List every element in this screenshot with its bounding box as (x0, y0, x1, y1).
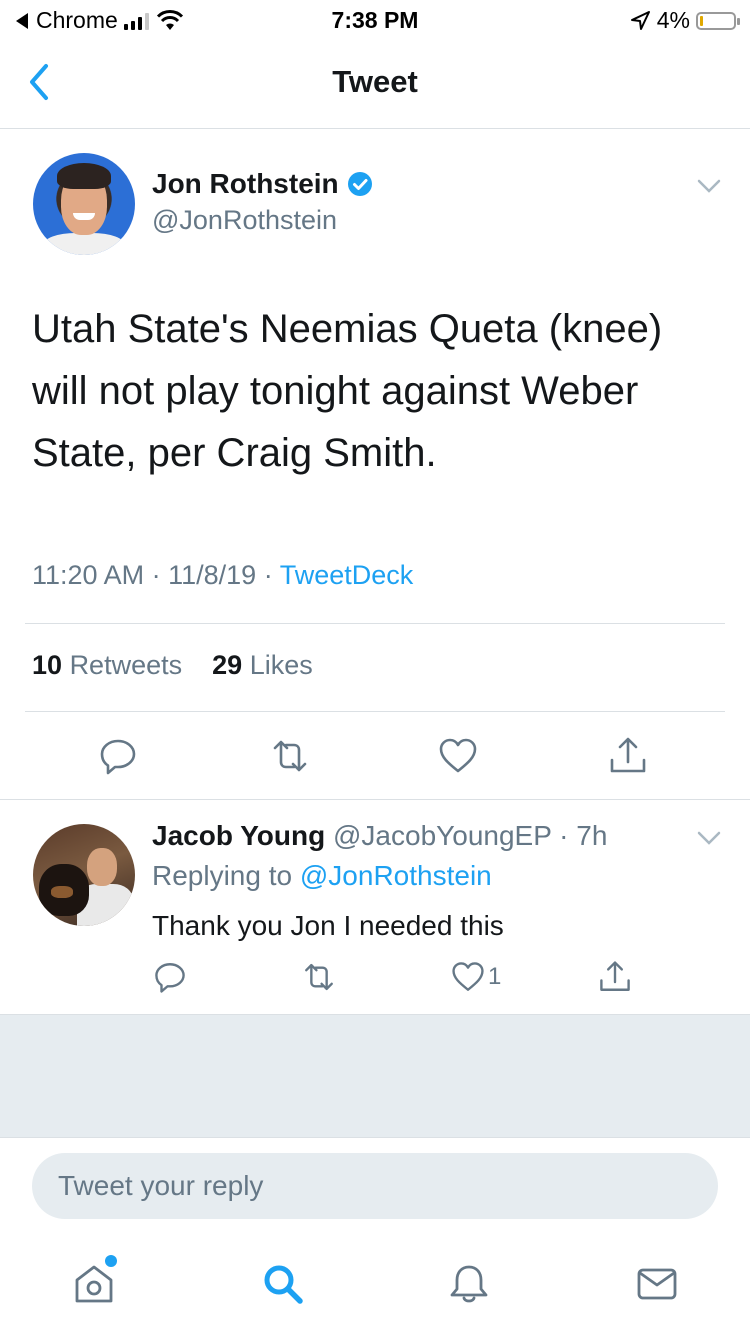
nav-bar: Tweet (0, 40, 750, 129)
chevron-down-icon[interactable] (696, 176, 722, 196)
reply-text: Thank you Jon I needed this (152, 910, 504, 941)
verified-badge-icon (347, 172, 372, 196)
home-notification-dot (105, 1255, 117, 1267)
retweet-icon[interactable] (302, 960, 336, 994)
likes-count: 29 (212, 650, 243, 680)
reply-author-handle[interactable]: @JacobYoungEP (333, 820, 551, 851)
meta-separator: · (151, 560, 169, 590)
reply-like-count: 1 (488, 963, 502, 990)
status-bar: Chrome 7:38 PM 4% (0, 0, 750, 40)
retweets-count: 10 (32, 650, 63, 680)
reply-header: Jacob Young @JacobYoungEP · 7h (152, 820, 607, 852)
divider (0, 799, 750, 800)
likes-label: Likes (249, 650, 313, 680)
tweet-source-link[interactable]: TweetDeck (280, 560, 414, 590)
share-icon[interactable] (608, 736, 648, 776)
author-handle[interactable]: @JonRothstein (152, 205, 337, 236)
replying-to-label: Replying to (152, 860, 293, 891)
reply-icon[interactable] (98, 736, 138, 776)
reply-actions (0, 960, 750, 1000)
tweet-time: 11:20 AM (32, 560, 145, 590)
likes-stat[interactable]: 29 Likes (212, 650, 313, 680)
tweet-meta: 11:20 AM · 11/8/19 · TweetDeck (32, 560, 413, 591)
author-avatar[interactable] (33, 153, 135, 255)
reply-input[interactable]: Tweet your reply (32, 1153, 718, 1219)
chevron-down-icon[interactable] (696, 828, 722, 848)
notifications-bell-icon[interactable] (447, 1262, 491, 1306)
meta-separator: · (551, 820, 577, 851)
like-heart-icon[interactable] (438, 736, 478, 776)
replying-to-handle[interactable]: @JonRothstein (300, 860, 492, 891)
reply-avatar[interactable] (33, 824, 135, 926)
battery-icon (696, 11, 740, 30)
reply-age: 7h (576, 820, 608, 851)
share-icon[interactable] (598, 960, 632, 994)
tweet-actions (0, 730, 750, 786)
author-name[interactable]: Jon Rothstein (152, 168, 339, 200)
retweets-label: Retweets (69, 650, 183, 680)
tweet-stats: 10 Retweets 29 Likes (32, 650, 313, 681)
reply-author-name[interactable]: Jacob Young (152, 820, 325, 851)
home-icon[interactable] (72, 1262, 116, 1306)
divider (25, 711, 725, 712)
messages-envelope-icon[interactable] (635, 1262, 679, 1306)
meta-separator: · (263, 560, 280, 590)
tweet-text: Utah State's Neemias Queta (knee) will n… (32, 307, 663, 475)
search-icon[interactable] (261, 1262, 305, 1306)
page-title: Tweet (332, 64, 418, 99)
empty-area (0, 1014, 750, 1138)
reply-input-placeholder: Tweet your reply (58, 1170, 264, 1201)
battery-percent: 4% (656, 7, 690, 33)
retweets-stat[interactable]: 10 Retweets (32, 650, 182, 680)
tweet-date: 11/8/19 (168, 560, 257, 590)
divider (25, 623, 725, 624)
retweet-icon[interactable] (270, 736, 310, 776)
reply-icon[interactable] (153, 960, 187, 994)
like-heart-icon[interactable] (451, 960, 485, 994)
location-arrow-icon (630, 10, 650, 30)
status-right: 4% (629, 7, 740, 34)
author-name-row[interactable]: Jon Rothstein (152, 168, 373, 200)
replying-to: Replying to @JonRothstein (152, 860, 492, 892)
